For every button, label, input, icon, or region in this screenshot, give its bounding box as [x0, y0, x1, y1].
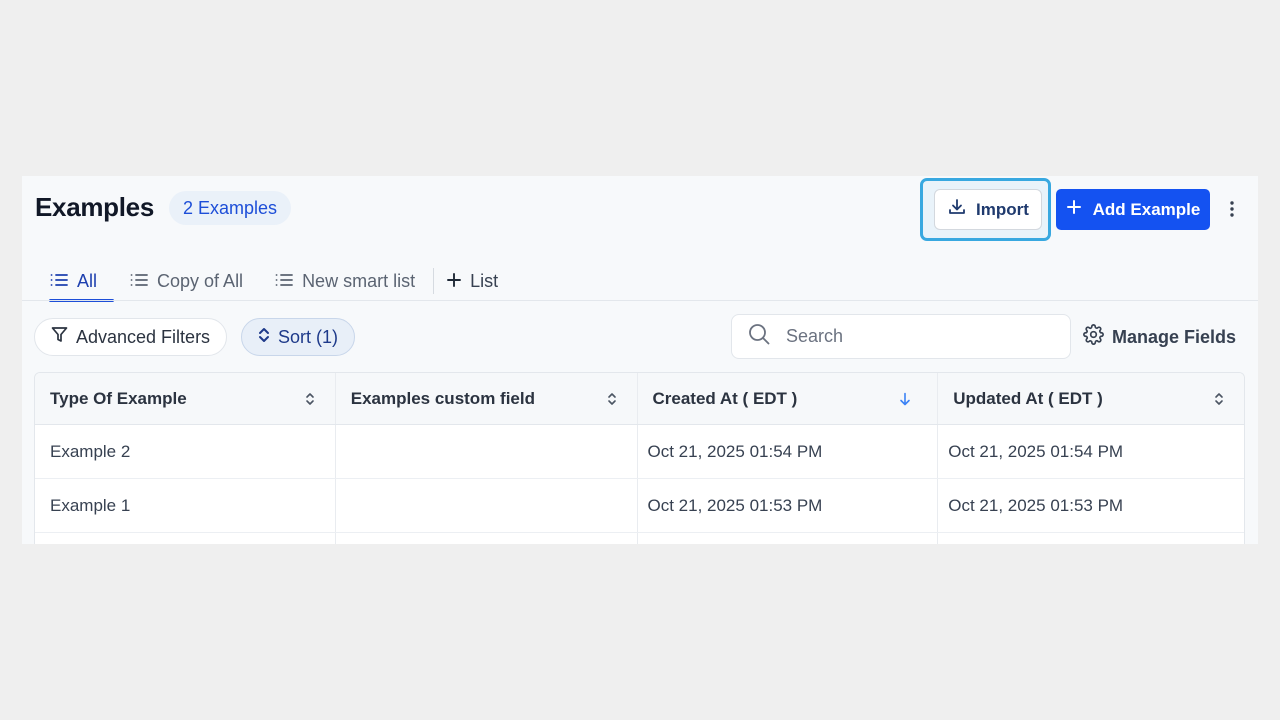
plus-icon — [1066, 199, 1082, 220]
import-button[interactable]: Import — [934, 189, 1042, 230]
table-cell — [938, 533, 1244, 544]
filters-label: Advanced Filters — [76, 326, 211, 347]
tab-copy-of-all[interactable]: Copy of All — [129, 262, 243, 300]
filter-icon — [51, 326, 68, 348]
column-header[interactable]: Updated At ( EDT ) — [938, 373, 1244, 424]
sort-descending-icon[interactable] — [899, 392, 911, 406]
table-cell: Oct 21, 2025 01:54 PM — [638, 425, 939, 478]
gear-icon — [1083, 324, 1104, 350]
plus-icon — [447, 271, 462, 292]
examples-table: Type Of Example Examples custom field Cr… — [34, 372, 1245, 544]
column-header-label: Type Of Example — [50, 388, 187, 408]
table-row[interactable]: Example 1 Oct 21, 2025 01:53 PM Oct 21, … — [35, 479, 1244, 533]
tab-new-smart-list[interactable]: New smart list — [274, 262, 415, 300]
tab-divider — [433, 268, 435, 294]
table-cell — [638, 533, 939, 544]
tab-label: New smart list — [302, 270, 416, 291]
table-cell: Example 1 — [35, 479, 336, 532]
page-title: Examples — [35, 192, 155, 222]
table-cell — [336, 533, 638, 544]
tab-label: Copy of All — [157, 270, 244, 291]
download-icon — [947, 197, 967, 222]
table-cell: Oct 21, 2025 01:54 PM — [948, 441, 1124, 461]
add-example-button[interactable]: Add Example — [1056, 189, 1210, 230]
table-cell — [35, 533, 336, 544]
sort-button[interactable]: Sort (1) — [241, 318, 356, 356]
list-tabs: All Copy of All New smart list List — [49, 262, 498, 302]
advanced-filters-button[interactable]: Advanced Filters — [34, 318, 228, 356]
table-row[interactable]: Example 2 Oct 21, 2025 01:54 PM Oct 21, … — [35, 425, 1244, 479]
column-header[interactable]: Created At ( EDT ) — [638, 373, 939, 424]
count-badge: 2 Examples — [169, 191, 292, 225]
tab-all[interactable]: All — [49, 262, 115, 302]
add-list-button[interactable]: List — [446, 262, 498, 300]
examples-panel: Examples 2 Examples Import Add Example A… — [22, 176, 1258, 544]
more-options-icon[interactable] — [1222, 194, 1242, 224]
tab-label: All — [77, 270, 98, 291]
table-cell: Oct 21, 2025 01:53 PM — [638, 479, 939, 532]
column-header[interactable]: Type Of Example — [35, 373, 336, 424]
add-example-label: Add Example — [1092, 199, 1201, 219]
list-icon — [50, 271, 68, 292]
tabs-divider — [22, 300, 1258, 301]
sort-unsorted-icon[interactable] — [1214, 392, 1224, 406]
table-header-row: Type Of Example Examples custom field Cr… — [35, 373, 1244, 425]
search-icon — [748, 323, 770, 350]
column-header-label: Created At ( EDT ) — [652, 388, 798, 408]
column-header[interactable]: Examples custom field — [336, 373, 638, 424]
sort-icon — [258, 327, 270, 348]
manage-fields-label: Manage Fields — [1112, 326, 1237, 347]
sort-label: Sort (1) — [278, 326, 339, 347]
table-cell: Example 2 — [35, 425, 336, 478]
import-label: Import — [976, 199, 1029, 219]
column-header-label: Updated At ( EDT ) — [953, 388, 1103, 408]
list-icon — [130, 271, 148, 292]
table-row-partial — [35, 533, 1244, 544]
search-input[interactable] — [786, 326, 1046, 347]
table-cell — [336, 425, 638, 478]
manage-fields-button[interactable]: Manage Fields — [1083, 324, 1236, 350]
table-cell: Oct 21, 2025 01:53 PM — [948, 495, 1124, 515]
sort-unsorted-icon[interactable] — [305, 392, 315, 406]
list-icon — [275, 271, 293, 292]
search-box[interactable] — [731, 314, 1071, 359]
sort-unsorted-icon[interactable] — [607, 392, 617, 406]
table-cell — [336, 479, 638, 532]
tab-label: List — [470, 270, 499, 291]
column-header-label: Examples custom field — [350, 388, 535, 408]
